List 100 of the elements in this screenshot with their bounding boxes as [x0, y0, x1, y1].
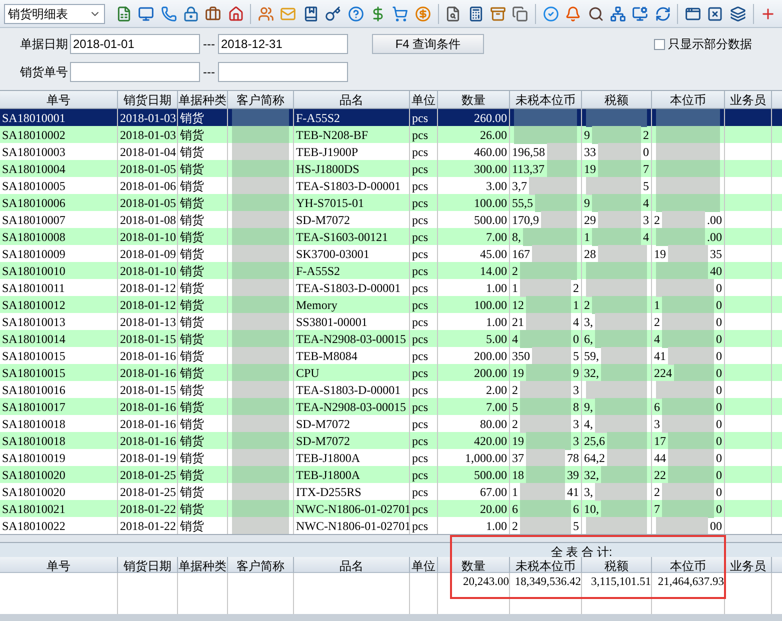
cell-fragment: 2 [654, 212, 660, 229]
blur-patch [232, 415, 289, 433]
table-row[interactable]: SA18010008 2018-01-10 销货 TEA-S1603-00121 pcs 7.00 8, 1 4 .00 [0, 228, 782, 245]
blur-patch [662, 500, 714, 518]
cell-fragment: 1 [512, 484, 518, 501]
blur-patch [232, 381, 289, 399]
column-header[interactable]: 数量 [438, 557, 510, 575]
column-header[interactable]: 税额 [582, 557, 652, 575]
cart-icon[interactable] [390, 4, 410, 24]
cell-fragment: 0 [716, 399, 722, 416]
blur-patch [514, 109, 577, 127]
table-row[interactable]: SA18010015 2018-01-16 销货 CPU pcs 200.00 19 9 32, 224 0 [0, 364, 782, 381]
cell-fragment: 196,58 [512, 144, 545, 161]
number-to-field[interactable] [218, 62, 348, 82]
cell-fragment: 113,37 [512, 161, 545, 178]
column-header[interactable]: 单据种类 [178, 557, 228, 575]
column-header[interactable]: 单号 [0, 557, 118, 575]
cell-fragment: 0 [716, 297, 722, 314]
blur-patch [232, 483, 289, 501]
table-row[interactable]: SA18010018 2018-01-16 销货 SD-M7072 pcs 420.00 19 3 25,6 17 0 [0, 432, 782, 449]
splitter-bar[interactable] [0, 534, 782, 542]
table-row[interactable]: SA18010012 2018-01-12 销货 Memory pcs 100.00 12 1 2 1 0 [0, 296, 782, 313]
cell-fragment: 25,6 [584, 433, 605, 450]
blur-patch [520, 483, 565, 501]
cell-fragment: 0 [716, 501, 722, 518]
cell-fragment: 4 [654, 331, 660, 348]
column-header[interactable]: 品名 [294, 557, 410, 575]
cell-fragment: 44 [654, 450, 666, 467]
blur-patch [595, 398, 647, 416]
cell-fragment: 0 [716, 314, 722, 331]
column-header[interactable]: 客户简称 [228, 557, 294, 575]
partial-checkbox[interactable] [654, 38, 665, 50]
cell-fragment: 8, [512, 229, 521, 246]
date-to-field[interactable]: 2018-12-31 [218, 34, 348, 54]
table-row[interactable]: SA18010017 2018-01-16 销货 TEA-N2908-03-00015 pcs 7.00 5 8 9, 6 0 [0, 398, 782, 415]
cell-fragment: 3 [573, 433, 579, 450]
blur-patch [595, 483, 647, 501]
cell-fragment: 0 [716, 450, 722, 467]
column-header[interactable]: 未税本位币 [510, 557, 582, 575]
table-row[interactable]: SA18010014 2018-01-15 销货 TEA-N2908-03-00015 pcs 5.00 4 0 6, 4 0 [0, 330, 782, 347]
blur-patch [598, 211, 641, 229]
cell-fragment: 41 [567, 484, 579, 501]
cell-fragment: 32, [584, 365, 599, 382]
cell-fragment: 55,5 [512, 195, 533, 212]
money-icon[interactable] [413, 4, 433, 24]
number-from-field[interactable] [70, 62, 200, 82]
table-row[interactable]: SA18010021 2018-01-22 销货 NWC-N1806-01-02701pcs 20.00 6 6 10, 7 0 [0, 500, 782, 517]
key-icon[interactable] [324, 4, 343, 24]
table-row[interactable]: SA18010010 2018-01-10 销货 F-A55S2 pcs 14.00 2 40 [0, 262, 782, 279]
blur-patch [662, 296, 714, 314]
cell-fragment: 6 [654, 399, 660, 416]
blur-patch [232, 466, 289, 484]
blur-patch [232, 517, 289, 535]
cell-fragment: 3,7 [512, 178, 527, 195]
table-row[interactable]: SA18010004 2018-01-05 销货 HS-J1800DS pcs 300.00 113,37 19 7 [0, 160, 782, 177]
blur-patch [662, 313, 714, 331]
total-value: 20,243.00 [463, 575, 509, 590]
blur-patch [232, 245, 289, 263]
cell-fragment: 3, [584, 314, 593, 331]
table-row[interactable]: SA18010006 2018-01-05 销货 YH-S7015-01 pcs 100.00 55,5 9 4 [0, 194, 782, 211]
phone-icon[interactable] [158, 4, 178, 24]
column-header[interactable]: 本位币 [652, 557, 725, 575]
blur-patch [668, 449, 714, 467]
network-icon[interactable] [608, 4, 628, 24]
blur-patch [662, 398, 714, 416]
column-header[interactable]: 单位 [410, 557, 438, 575]
blur-patch [232, 109, 289, 127]
cell-fragment: 00 [710, 518, 722, 535]
blur-patch [520, 517, 571, 535]
blur-patch [232, 262, 289, 280]
table-row[interactable]: SA18010001 2018-01-03 销货 F-A55S2 pcs 260.00 [0, 109, 782, 126]
copy-icon[interactable] [510, 4, 530, 24]
check-circle-icon[interactable] [541, 4, 560, 24]
column-header[interactable]: 业务员 [725, 557, 772, 575]
blur-patch [662, 330, 714, 348]
blur-patch [526, 364, 571, 382]
field-label: 销货单号 [20, 64, 69, 81]
cell-fragment: 39 [567, 467, 579, 484]
report-select[interactable]: 销货明细表 [4, 4, 106, 24]
checkbox-label: 只显示部分数据 [668, 36, 752, 53]
blur-patch [232, 126, 289, 144]
column-header[interactable]: 销货日期 [118, 557, 178, 575]
cell-fragment: 3, [584, 484, 593, 501]
cell-fragment: 0 [716, 331, 722, 348]
cell-fragment: 8 [573, 399, 579, 416]
blur-patch [656, 109, 720, 127]
blur-patch [662, 483, 714, 501]
table-row[interactable]: SA18010020 2018-01-25 销货 TEB-J1800A pcs 500.00 18 39 32, 22 0 [0, 466, 782, 483]
layers-icon[interactable] [728, 4, 748, 24]
table-row[interactable]: SA18010002 2018-01-03 销货 TEB-N208-BF pcs 26.00 9 2 [0, 126, 782, 143]
cell-fragment: 350 [512, 348, 530, 365]
cell-fragment: 2 [512, 416, 518, 433]
blur-patch [526, 449, 565, 467]
query-button[interactable]: F4 查询条件 [372, 34, 484, 54]
help-icon[interactable] [346, 4, 366, 24]
blur-patch [607, 432, 647, 450]
cell-fragment: 2 [512, 382, 518, 399]
date-from-field[interactable]: 2018-01-01 [70, 34, 200, 54]
blur-patch [586, 517, 647, 535]
cell-fragment: 2 [584, 297, 590, 314]
